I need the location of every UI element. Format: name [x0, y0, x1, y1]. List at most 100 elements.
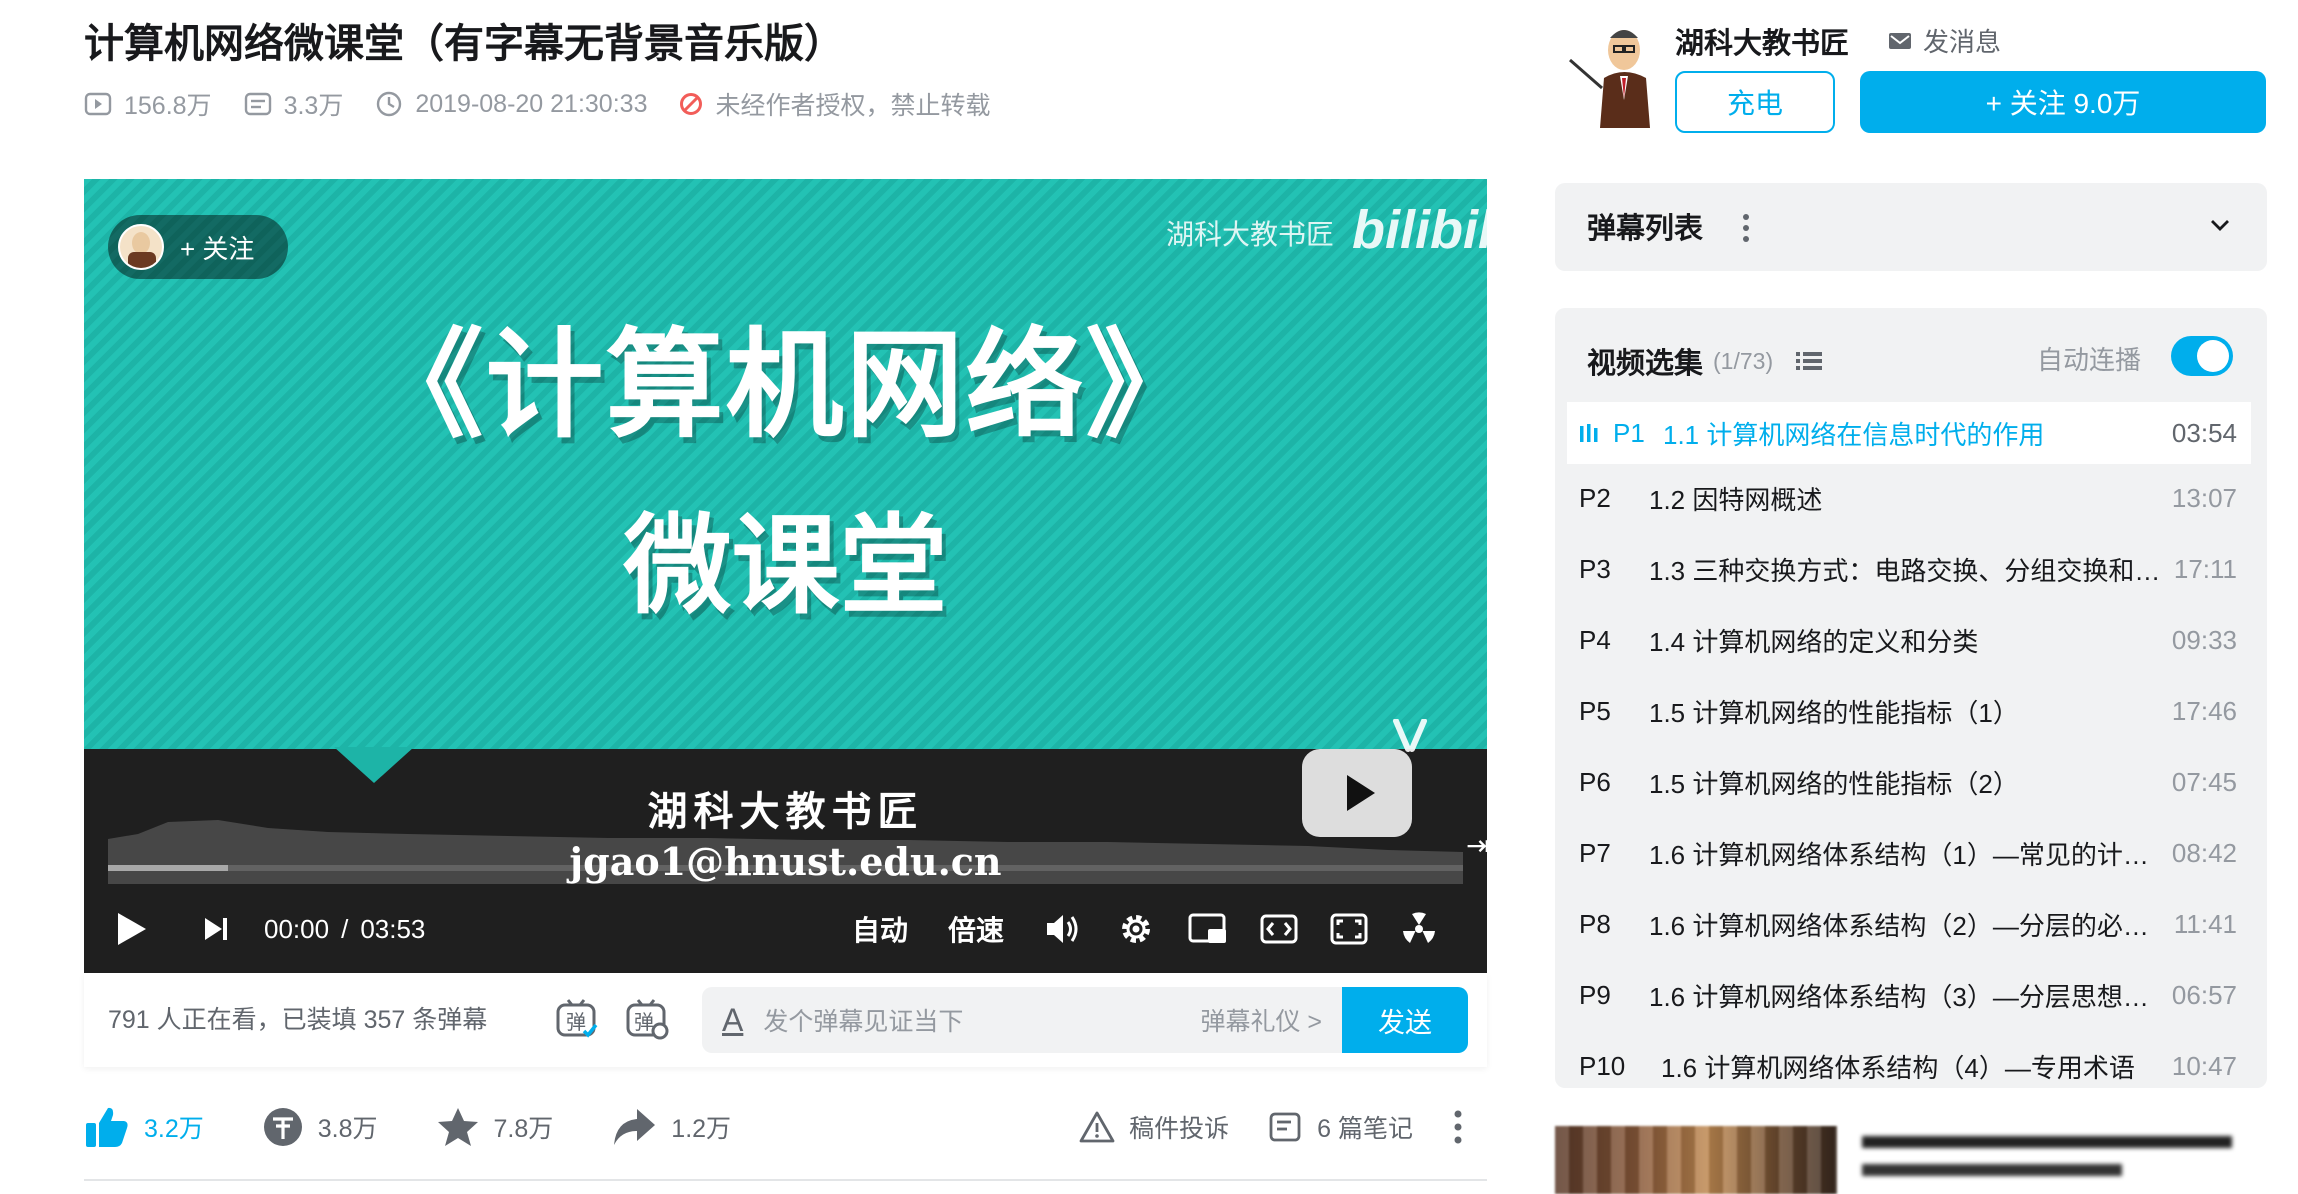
thumbs-up-icon: [86, 1107, 128, 1147]
action-bar: 3.2万 3.8万 7.8万 1.2万 稿件投诉 6 篇笔记: [84, 1090, 1487, 1164]
send-danmaku-button[interactable]: 发送: [1342, 987, 1468, 1053]
episode-item-6[interactable]: P6 1.5 计算机网络的性能指标（2） 07:45: [1567, 751, 2251, 813]
episode-title: 1.6 计算机网络体系结构（4）—专用术语: [1661, 1052, 2135, 1083]
progress-bar[interactable]: [108, 865, 1463, 871]
fullscreen-web-icon: [1330, 913, 1368, 945]
episode-item-8[interactable]: P8 1.6 计算机网络体系结构（2）—分层的必要性 11:41: [1567, 893, 2251, 955]
episode-item-7[interactable]: P7 1.6 计算机网络体系结构（1）—常见的计… 08:42: [1567, 822, 2251, 884]
watermark-text: 湖科大教书匠: [1166, 219, 1335, 250]
danmaku-toggle-icon[interactable]: 弹: [554, 997, 600, 1043]
radiation-icon: [1403, 912, 1435, 943]
episode-title: 1.2 因特网概述: [1649, 484, 1823, 515]
danmaku-etiquette-link[interactable]: 弹幕礼仪 >: [1200, 1002, 1322, 1038]
recommended-thumbnail[interactable]: [1555, 1126, 1837, 1194]
views-stat: 156.8万: [84, 86, 212, 122]
episode-title: 1.6 计算机网络体系结构（2）—分层的必要性: [1649, 910, 2166, 941]
episode-title: 1.6 计算机网络体系结构（3）—分层思想…: [1649, 981, 2149, 1012]
episode-item-4[interactable]: P4 1.4 计算机网络的定义和分类 09:33: [1567, 609, 2251, 671]
clock-icon: [377, 91, 402, 117]
chevron-down-icon[interactable]: [2209, 217, 2231, 233]
danmaku-placeholder: 发个弹幕见证当下: [763, 1008, 964, 1036]
episode-item-1[interactable]: P1 1.1 计算机网络在信息时代的作用 03:54: [1567, 402, 2251, 464]
video-frame: [84, 179, 1487, 749]
episode-count: (1/73): [1713, 347, 1774, 374]
danmaku-send-bar: 791 人正在看，已装填 357 条弹幕 弹 弹 A 发个弹幕见证当下 弹幕礼仪…: [84, 973, 1487, 1067]
uploader-mini-avatar: [118, 224, 164, 270]
danmaku-input[interactable]: A 发个弹幕见证当下 弹幕礼仪 >: [702, 987, 1342, 1053]
uploader-name[interactable]: 湖科大教书匠: [1675, 20, 1849, 62]
settings-button[interactable]: [1118, 899, 1154, 959]
share-button[interactable]: 1.2万: [611, 1107, 731, 1147]
slide-title: 《计算机网络》: [365, 320, 1206, 452]
episode-duration: 08:42: [2171, 837, 2237, 868]
play-count-icon: [84, 92, 112, 116]
follow-button[interactable]: + 关注 9.0万: [1860, 71, 2266, 133]
pip-button[interactable]: [1188, 899, 1228, 959]
volume-button[interactable]: [1044, 899, 1082, 959]
video-player[interactable]: 《计算机网络》 微课堂 湖科大教书匠 bilibili + 关注 湖科大教书匠 …: [84, 179, 1487, 973]
charge-button[interactable]: 充电: [1675, 71, 1835, 133]
caption-email: jgao1@hnust.edu.cn: [569, 839, 1002, 884]
webfullscreen-button[interactable]: [1330, 899, 1368, 959]
tv-play-icon: [1347, 775, 1375, 811]
episode-duration: 17:11: [2173, 553, 2237, 584]
share-arrow-icon: [614, 1109, 656, 1145]
episode-item-2[interactable]: P2 1.2 因特网概述 13:07: [1567, 467, 2251, 529]
like-button[interactable]: 3.2万: [84, 1105, 204, 1149]
widescreen-button[interactable]: [1260, 899, 1298, 959]
episode-item-10[interactable]: P10 1.6 计算机网络体系结构（4）—专用术语 10:47: [1567, 1035, 2251, 1088]
progress-fill: [108, 865, 228, 871]
copyright-notice: 未经作者授权，禁止转载: [679, 86, 991, 122]
episode-number: P1: [1613, 417, 1645, 448]
more-button[interactable]: [1453, 1109, 1477, 1145]
episode-title: 1.1 计算机网络在信息时代的作用: [1663, 419, 2045, 450]
episode-title: 1.5 计算机网络的性能指标（2）: [1649, 768, 2019, 799]
next-button[interactable]: [202, 899, 230, 959]
episode-item-9[interactable]: P9 1.6 计算机网络体系结构（3）—分层思想… 06:57: [1567, 964, 2251, 1026]
episode-item-3[interactable]: P3 1.3 三种交换方式：电路交换、分组交换和… 17:11: [1567, 538, 2251, 600]
favorite-button[interactable]: 7.8万: [436, 1106, 554, 1148]
time-current: 00:00: [264, 913, 330, 944]
episode-title: 1.4 计算机网络的定义和分类: [1649, 626, 1979, 657]
danmaku-stat: 3.3万: [244, 86, 344, 122]
danmaku-settings-icon[interactable]: 弹: [624, 997, 670, 1043]
notes-button[interactable]: 6 篇笔记: [1269, 1109, 1413, 1145]
date-text: 2019-08-20 21:30:33: [415, 89, 648, 118]
fullscreen-button[interactable]: [1400, 899, 1438, 959]
danmaku-list-panel[interactable]: 弹幕列表: [1555, 183, 2267, 271]
copyright-text: 未经作者授权，禁止转载: [715, 92, 991, 120]
play-button[interactable]: [114, 899, 148, 959]
views-count: 156.8万: [124, 92, 212, 120]
coin-button[interactable]: 3.8万: [262, 1106, 378, 1148]
episode-title: 1.6 计算机网络体系结构（1）—常见的计…: [1649, 839, 2149, 870]
time-total: 03:53: [360, 913, 426, 944]
play-icon: [118, 913, 146, 945]
report-label: 稿件投诉: [1129, 1115, 1230, 1143]
recommended-title-blurred[interactable]: [1862, 1126, 2262, 1194]
big-play-button[interactable]: [1302, 749, 1412, 837]
autoplay-toggle[interactable]: [2171, 336, 2233, 376]
gear-icon: [1122, 915, 1150, 943]
playing-bars-icon: [1580, 424, 1598, 442]
report-button[interactable]: 稿件投诉: [1079, 1109, 1229, 1145]
more-vertical-icon[interactable]: [1741, 213, 1751, 243]
uploader-avatar[interactable]: [1562, 20, 1672, 130]
episode-number: P3: [1579, 553, 1611, 584]
forbidden-icon: [680, 93, 703, 115]
episode-item-5[interactable]: P5 1.5 计算机网络的性能指标（1） 17:46: [1567, 680, 2251, 742]
episode-number: P8: [1579, 908, 1611, 939]
message-button[interactable]: 发消息: [1887, 22, 2001, 59]
speed-button[interactable]: 倍速: [948, 899, 1004, 959]
episode-number: P5: [1579, 695, 1611, 726]
text-style-icon[interactable]: A: [722, 1002, 743, 1039]
episode-number: P10: [1579, 1050, 1626, 1081]
danmaku-count: 3.3万: [283, 92, 344, 120]
favorite-count: 7.8万: [493, 1115, 554, 1143]
progress-handle-icon[interactable]: ⇥: [1466, 829, 1487, 862]
episode-panel: 视频选集 (1/73) 自动连播 P1 1.1 计算机网络在信息时代的作用 03…: [1555, 308, 2267, 1088]
toggle-knob: [2197, 340, 2229, 372]
player-follow-button[interactable]: + 关注: [108, 215, 288, 279]
warning-icon: [1079, 1111, 1115, 1143]
list-view-icon[interactable]: [1795, 349, 1823, 373]
quality-button[interactable]: 自动: [852, 899, 908, 959]
